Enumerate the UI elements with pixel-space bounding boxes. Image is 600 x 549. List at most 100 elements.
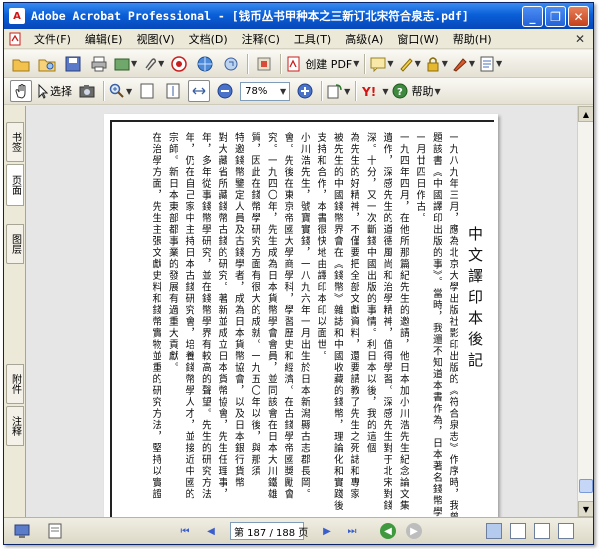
text-column: 支持和合作，本書很快地由譯印本印以面世。	[315, 132, 326, 362]
previous-page-icon[interactable]: ◀	[204, 524, 218, 538]
zoom-dropdown-icon[interactable]: ▼	[280, 87, 286, 96]
last-page-icon[interactable]: ⏭	[345, 524, 359, 538]
text-column: 為先生的好精神，不僅要把全部文獻資料，還要請教了先生之死誌和專家	[348, 132, 359, 500]
sign-button[interactable]: ▼	[452, 53, 475, 75]
rotate-view-icon	[327, 84, 342, 99]
text-column: 質，因此在錢幣學研究方面有很大的成就。一九五〇年以後，與那須	[249, 132, 260, 477]
review-icon	[224, 57, 238, 70]
zoom-out-button[interactable]	[214, 80, 236, 102]
menu-edit[interactable]: 编辑(E)	[78, 31, 130, 47]
paperclip-icon	[145, 57, 157, 70]
text-column: 宗師。新日本東部都事業的發展有過重大貢獻。	[166, 132, 178, 374]
zoom-in-button[interactable]	[294, 80, 316, 102]
attach-button[interactable]: ▼	[141, 53, 164, 75]
help-icon: ?	[392, 83, 408, 99]
first-page-icon[interactable]: ⏮	[178, 524, 192, 538]
actual-size-button[interactable]	[136, 80, 158, 102]
pen-button[interactable]: ▼	[398, 53, 421, 75]
next-view-icon[interactable]: ▶	[406, 523, 422, 539]
select-tool-button[interactable]: 选择	[36, 80, 72, 102]
menu-help[interactable]: 帮助(H)	[446, 31, 499, 47]
hand-tool-button[interactable]	[10, 80, 32, 102]
folder-search-icon	[38, 59, 56, 71]
document-close-icon[interactable]: ✕	[575, 32, 585, 46]
view-toolbar: 选择 ▼ 78% ▼ ▼ Y! ▼ ? 帮助 ▼	[4, 78, 593, 105]
maximize-button[interactable]: ❐	[545, 6, 566, 27]
camera-icon	[79, 85, 95, 98]
document-menu-icon[interactable]	[8, 32, 22, 46]
document-properties-icon[interactable]	[48, 523, 62, 539]
continuous-layout-icon[interactable]	[510, 523, 526, 539]
actual-size-icon	[140, 83, 154, 99]
menu-tools[interactable]: 工具(T)	[287, 31, 338, 47]
document-viewer[interactable]: 中文譯印本後記 一九八九年三月，應為北京大學出版社影印出版的《符合泉志》作序時，…	[26, 106, 577, 517]
continuous-facing-layout-icon[interactable]	[558, 523, 574, 539]
fit-width-icon	[192, 87, 206, 95]
acrobat-app-icon[interactable]: A	[9, 8, 25, 24]
monitor-icon[interactable]	[14, 523, 30, 539]
open-button[interactable]	[10, 53, 32, 75]
pdf-page: 中文譯印本後記 一九八九年三月，應為北京大學出版社影印出版的《符合泉志》作序時，…	[104, 114, 498, 517]
menu-bar: 文件(F) 编辑(E) 视图(V) 文档(D) 注释(C) 工具(T) 高级(A…	[4, 29, 593, 49]
fit-width-button[interactable]	[188, 80, 211, 102]
yahoo-search-button[interactable]: Y! ▼	[361, 80, 388, 102]
magnifier-icon	[109, 83, 124, 98]
zoom-in-icon	[297, 83, 313, 99]
comment-button[interactable]: ▼	[370, 53, 394, 75]
tab-comments[interactable]: 注释	[6, 406, 24, 446]
text-column: 會。先後在東京帝國大學商學科，學習歷史和經濟。在古錢學帝國獎勵會	[282, 132, 293, 500]
next-page-icon[interactable]: ▶	[320, 524, 334, 538]
create-pdf-button[interactable]: 创建 PDF ▼	[286, 53, 359, 75]
text-column: 一九四年四月，在他所那篇紀先生的邀請，他日本加小川浩先生紀念論文集	[397, 132, 409, 512]
vertical-scrollbar[interactable]: ▲ ▼	[577, 106, 593, 517]
window-controls: _ ❐ ✕	[522, 6, 589, 27]
close-button[interactable]: ✕	[568, 6, 589, 27]
organizer-button[interactable]	[36, 53, 58, 75]
organize-button[interactable]: ▼	[114, 53, 137, 75]
print-button[interactable]	[88, 53, 110, 75]
scroll-down-icon[interactable]: ▼	[578, 501, 593, 517]
single-page-layout-icon[interactable]	[486, 523, 502, 539]
zoom-tool-button[interactable]: ▼	[109, 80, 132, 102]
snapshot-button[interactable]	[76, 80, 98, 102]
text-column: 年，仍在自己家中主持日本古錢研究會，培養錢幣學人才，並接近中國的	[183, 132, 194, 500]
web-button[interactable]	[194, 53, 216, 75]
menu-view[interactable]: 视图(V)	[129, 31, 181, 47]
review-button[interactable]	[220, 53, 242, 75]
tab-pages[interactable]: 页面	[6, 164, 24, 206]
text-column: 在治學方面，先生主張文獻史料和錢幣實物並重的研究方法，堅持以實證	[150, 132, 161, 500]
select-label: 选择	[50, 85, 72, 98]
menu-comments[interactable]: 注释(C)	[235, 31, 287, 47]
svg-text:?: ?	[397, 87, 403, 98]
tab-bookmarks[interactable]: 书签	[6, 122, 24, 162]
menu-document[interactable]: 文档(D)	[182, 31, 235, 47]
menu-window[interactable]: 窗口(W)	[390, 31, 445, 47]
forms-button[interactable]: ▼	[479, 53, 502, 75]
help-button[interactable]: ? 帮助 ▼	[392, 80, 441, 102]
file-toolbar: ▼ ▼ 创建 PDF ▼ ▼ ▼ ▼ ▼ ▼	[4, 50, 593, 78]
scroll-thumb[interactable]	[579, 479, 593, 493]
page-number-field[interactable]: 第 187 / 188 页	[230, 522, 308, 540]
tab-attachments[interactable]: 附件	[6, 364, 24, 404]
scroll-up-icon[interactable]: ▲	[578, 106, 593, 122]
toolbar-separator	[355, 81, 357, 101]
menu-file[interactable]: 文件(F)	[27, 31, 78, 47]
navigation-pane-tabs: 书签 页面 图层 附件 注释	[4, 106, 26, 517]
fit-page-button[interactable]	[162, 80, 184, 102]
sign-pen-icon	[453, 57, 467, 72]
secure-button[interactable]: ▼	[425, 53, 448, 75]
facing-layout-icon[interactable]	[534, 523, 550, 539]
text-column: 題該書《中國譯印出版的事》。當時，我還不知道本書作為，日本著名錢幣學家小	[430, 132, 442, 517]
rotate-button[interactable]: ▼	[327, 80, 350, 102]
email-button[interactable]	[168, 53, 190, 75]
print-icon	[91, 56, 107, 71]
zoom-level-input[interactable]: 78% ▼	[240, 81, 291, 101]
tab-layers[interactable]: 图层	[6, 224, 24, 264]
title-bar: A Adobe Acrobat Professional - [钱币丛书甲种本之…	[4, 3, 593, 29]
save-button[interactable]	[62, 53, 84, 75]
minimize-button[interactable]: _	[522, 6, 543, 27]
menu-advanced[interactable]: 高级(A)	[338, 31, 390, 47]
export-button[interactable]	[253, 53, 275, 75]
create-pdf-icon	[287, 56, 300, 71]
previous-view-icon[interactable]: ◀	[380, 523, 396, 539]
